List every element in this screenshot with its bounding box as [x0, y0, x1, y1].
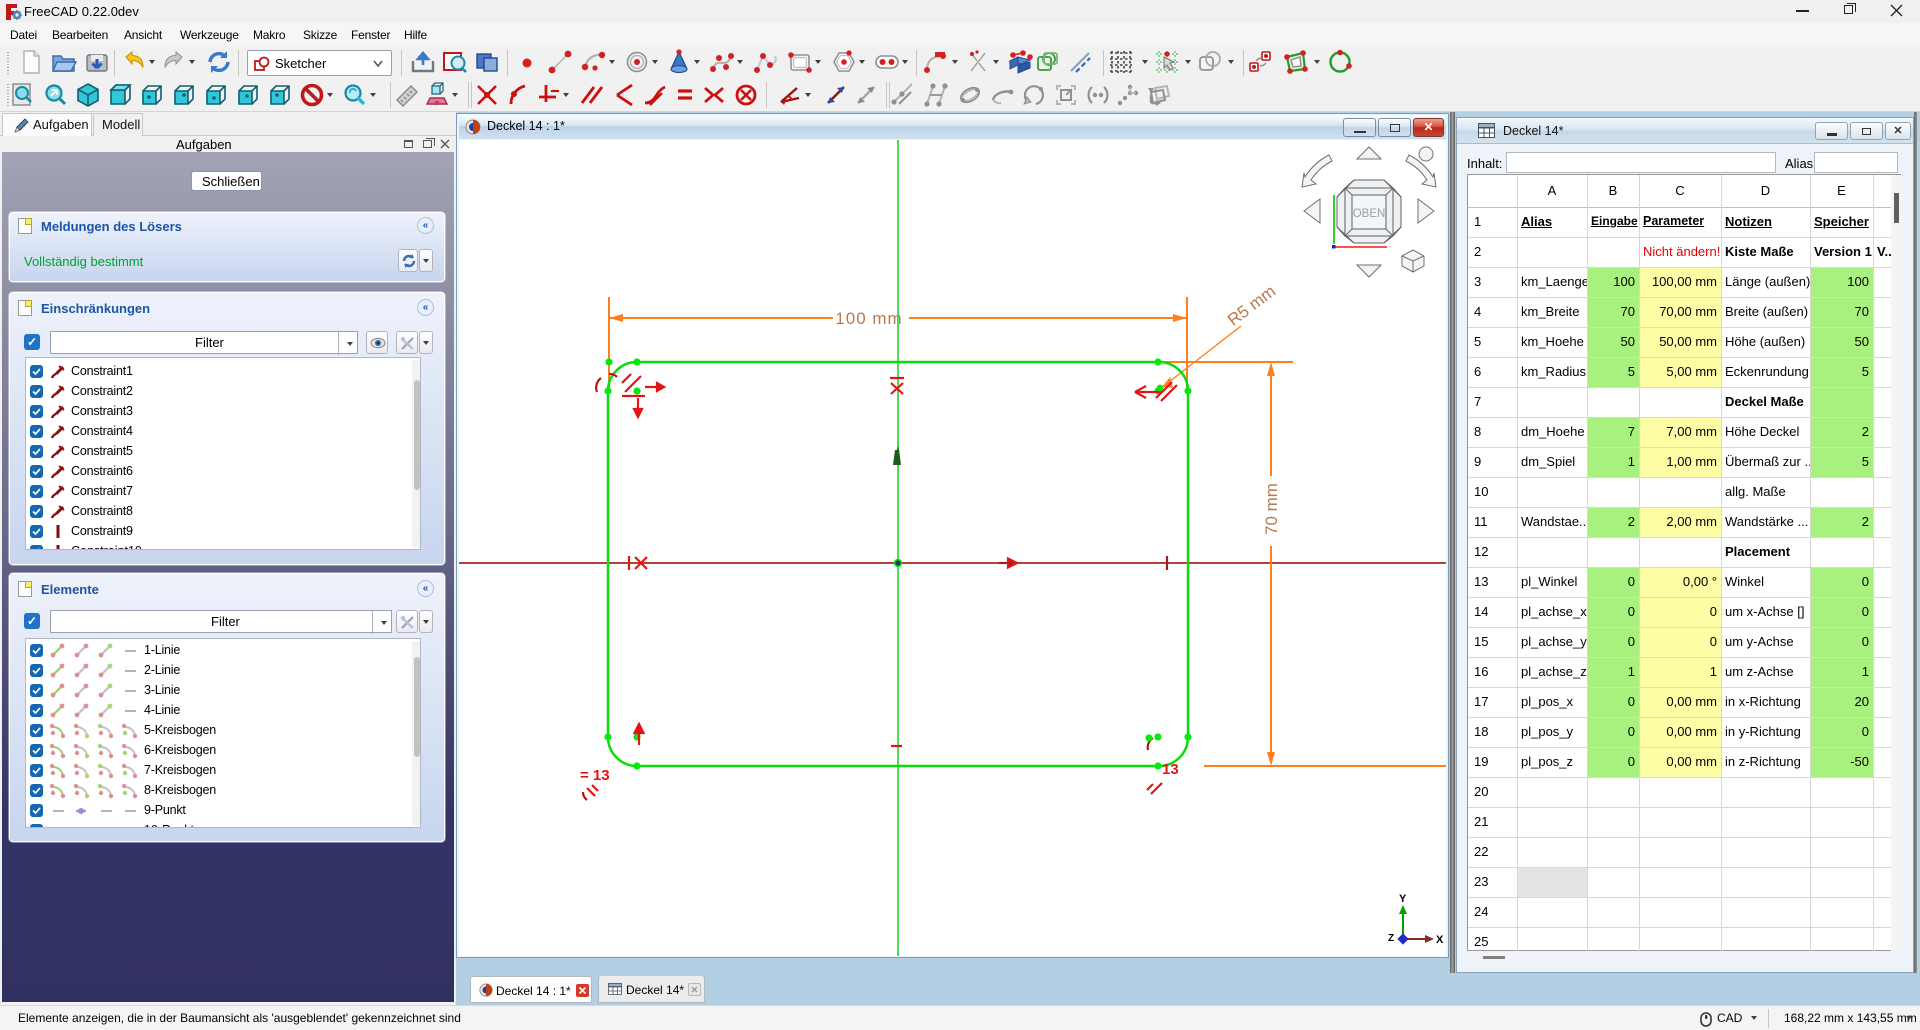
svg-text:= 13: = 13 [580, 767, 610, 784]
svg-text:13: 13 [1162, 761, 1179, 778]
svg-text:OBEN: OBEN [1353, 208, 1386, 220]
svg-text:70 mm: 70 mm [1262, 483, 1281, 535]
svg-text:Y: Y [1399, 893, 1407, 905]
svg-text:Z: Z [1388, 933, 1394, 944]
svg-text:X: X [1436, 934, 1444, 946]
svg-text:R5 mm: R5 mm [1224, 282, 1279, 330]
svg-text:100 mm: 100 mm [835, 309, 902, 328]
